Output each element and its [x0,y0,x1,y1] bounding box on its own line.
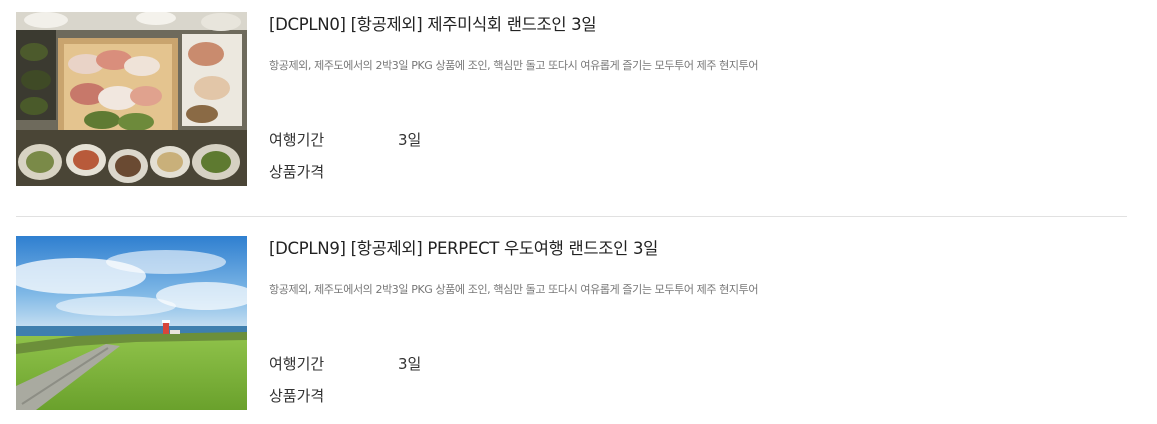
item-divider [16,216,1127,217]
product-description: 항공제외, 제주도에서의 2박3일 PKG 상품에 조인, 핵심만 돌고 또다시… [269,59,759,72]
product-item[interactable]: [DCPLN9] [항공제외] PERPECT 우도여행 랜드조인 3일 항공제… [16,236,1127,411]
product-price-row: 상품가격 [269,162,398,182]
seafood-table-photo [16,12,247,186]
product-description: 항공제외, 제주도에서의 2박3일 PKG 상품에 조인, 핵심만 돌고 또다시… [269,283,759,296]
product-title[interactable]: [DCPLN9] [항공제외] PERPECT 우도여행 랜드조인 3일 [269,238,658,260]
travel-period-value: 3일 [398,131,422,149]
product-thumbnail-seafood[interactable] [16,12,247,186]
product-thumbnail-udo[interactable] [16,236,247,410]
product-title[interactable]: [DCPLN0] [항공제외] 제주미식회 랜드조인 3일 [269,14,597,36]
travel-period-row: 여행기간 3일 [269,354,421,374]
product-price-label: 상품가격 [269,387,325,405]
travel-period-label: 여행기간 [269,355,325,373]
travel-period-row: 여행기간 3일 [269,130,421,150]
travel-period-label: 여행기간 [269,131,325,149]
product-item[interactable]: [DCPLN0] [항공제외] 제주미식회 랜드조인 3일 항공제외, 제주도에… [16,12,1127,187]
product-info: [DCPLN0] [항공제외] 제주미식회 랜드조인 3일 항공제외, 제주도에… [269,12,1127,186]
udo-coast-photo [16,236,247,410]
travel-period-value: 3일 [398,355,422,373]
product-info: [DCPLN9] [항공제외] PERPECT 우도여행 랜드조인 3일 항공제… [269,236,1127,410]
product-price-label: 상품가격 [269,163,325,181]
product-price-row: 상품가격 [269,386,398,406]
